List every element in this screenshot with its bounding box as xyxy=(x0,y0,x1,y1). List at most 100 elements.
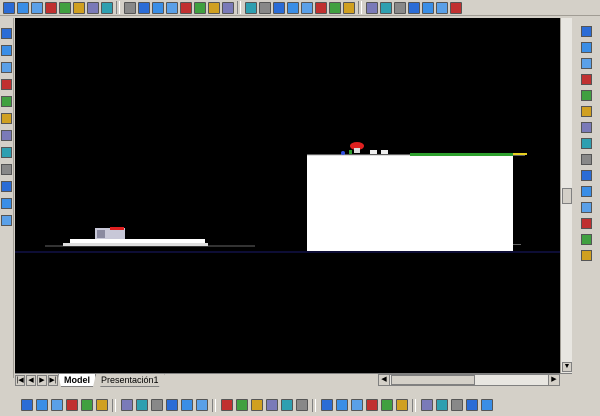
view-bottom-button[interactable] xyxy=(272,1,285,14)
dim-style-button[interactable] xyxy=(365,399,378,412)
trim-button[interactable] xyxy=(580,170,592,181)
drawing-canvas[interactable] xyxy=(15,18,560,373)
tab-model[interactable]: Model xyxy=(58,374,96,387)
view-iso-nw-button[interactable] xyxy=(342,1,355,14)
new-button[interactable] xyxy=(2,1,15,14)
link-button[interactable] xyxy=(1,215,12,226)
text-button[interactable] xyxy=(195,399,208,412)
mirror-button[interactable] xyxy=(580,58,592,69)
view-back-button[interactable] xyxy=(286,1,299,14)
break-button[interactable] xyxy=(580,202,592,213)
undo-button[interactable] xyxy=(151,1,164,14)
shade-3d-button[interactable] xyxy=(407,1,420,14)
scroll-right-arrow[interactable]: ▶ xyxy=(548,375,559,385)
plot-button[interactable] xyxy=(72,1,85,14)
point-button[interactable] xyxy=(150,399,163,412)
polyline-button[interactable] xyxy=(35,399,48,412)
view-iso-sw-button[interactable] xyxy=(300,1,313,14)
subtract-button[interactable] xyxy=(465,399,478,412)
view-front-button[interactable] xyxy=(221,1,234,14)
next-tab-arrow[interactable]: ▶ xyxy=(37,375,47,386)
open-button[interactable] xyxy=(16,1,29,14)
insert-button[interactable] xyxy=(120,399,133,412)
scroll-left-arrow[interactable]: ◀ xyxy=(379,375,390,385)
view-top-button[interactable] xyxy=(207,1,220,14)
paste-button[interactable] xyxy=(123,1,136,14)
first-tab-arrow[interactable]: |◀ xyxy=(15,375,25,386)
union-button[interactable] xyxy=(450,399,463,412)
spline-button[interactable] xyxy=(80,399,93,412)
dim-edit-button[interactable] xyxy=(350,399,363,412)
revolve-button[interactable] xyxy=(395,399,408,412)
draw-button[interactable] xyxy=(1,198,12,209)
properties-button[interactable] xyxy=(1,62,12,73)
intersect-button[interactable] xyxy=(480,399,493,412)
render-button[interactable] xyxy=(379,1,392,14)
region-button[interactable] xyxy=(180,399,193,412)
horizontal-scrollbar[interactable]: ◀ ▶ xyxy=(378,374,560,386)
tab-presentacion1[interactable]: Presentación1 xyxy=(95,374,165,387)
grid-button[interactable] xyxy=(1,130,12,141)
tolerance-button[interactable] xyxy=(295,399,308,412)
view-right-button[interactable] xyxy=(258,1,271,14)
pan-button[interactable] xyxy=(193,1,206,14)
hidden-button[interactable] xyxy=(421,1,434,14)
drawing-viewport[interactable] xyxy=(15,18,560,373)
slice-button[interactable] xyxy=(420,399,433,412)
dim-radius-button[interactable] xyxy=(250,399,263,412)
ucs-button[interactable] xyxy=(1,96,12,107)
dim-aligned-button[interactable] xyxy=(235,399,248,412)
move-button[interactable] xyxy=(580,106,592,117)
last-tab-arrow[interactable]: ▶| xyxy=(48,375,58,386)
line-button[interactable] xyxy=(20,399,33,412)
redo-button[interactable] xyxy=(165,1,178,14)
vertical-scroll-thumb[interactable] xyxy=(562,188,572,204)
rotate-button[interactable] xyxy=(580,122,592,133)
view-left-button[interactable] xyxy=(244,1,257,14)
chamfer-button[interactable] xyxy=(580,218,592,229)
view-iso-ne-button[interactable] xyxy=(328,1,341,14)
zoom-button[interactable] xyxy=(179,1,192,14)
polar-button[interactable] xyxy=(1,164,12,175)
cut-button[interactable] xyxy=(86,1,99,14)
preview-button[interactable] xyxy=(58,1,71,14)
orbit-button[interactable] xyxy=(365,1,378,14)
pencil-button[interactable] xyxy=(580,26,592,37)
copy-button[interactable] xyxy=(100,1,113,14)
center-mark-button[interactable] xyxy=(320,399,333,412)
save-button[interactable] xyxy=(30,1,43,14)
explode-button[interactable] xyxy=(580,250,592,261)
snap-button[interactable] xyxy=(1,113,12,124)
offset-button[interactable] xyxy=(580,74,592,85)
osnap-button[interactable] xyxy=(1,181,12,192)
array-button[interactable] xyxy=(580,90,592,101)
copy-object-button[interactable] xyxy=(580,42,592,53)
match-props-button[interactable] xyxy=(137,1,150,14)
dim-diameter-button[interactable] xyxy=(265,399,278,412)
section-button[interactable] xyxy=(435,399,448,412)
target-button[interactable] xyxy=(1,28,12,39)
dim-angular-button[interactable] xyxy=(280,399,293,412)
print-button[interactable] xyxy=(44,1,57,14)
ellipse-button[interactable] xyxy=(95,399,108,412)
shade-2d-button[interactable] xyxy=(393,1,406,14)
arc-button[interactable] xyxy=(50,399,63,412)
list-button[interactable] xyxy=(1,79,12,90)
stretch-button[interactable] xyxy=(580,154,592,165)
view-iso-se-button[interactable] xyxy=(314,1,327,14)
leader-button[interactable] xyxy=(335,399,348,412)
extend-button[interactable] xyxy=(580,186,592,197)
gouraud-button[interactable] xyxy=(449,1,462,14)
scale-button[interactable] xyxy=(580,138,592,149)
circle-button[interactable] xyxy=(65,399,78,412)
scroll-down-arrow[interactable]: ▼ xyxy=(562,362,572,372)
prev-tab-arrow[interactable]: ◀ xyxy=(26,375,36,386)
dim-linear-button[interactable] xyxy=(220,399,233,412)
fillet-button[interactable] xyxy=(580,234,592,245)
horizontal-scroll-thumb[interactable] xyxy=(391,375,475,385)
flat-shade-button[interactable] xyxy=(435,1,448,14)
layer-button[interactable] xyxy=(1,45,12,56)
block-button[interactable] xyxy=(135,399,148,412)
ortho-button[interactable] xyxy=(1,147,12,158)
hatch-button[interactable] xyxy=(165,399,178,412)
